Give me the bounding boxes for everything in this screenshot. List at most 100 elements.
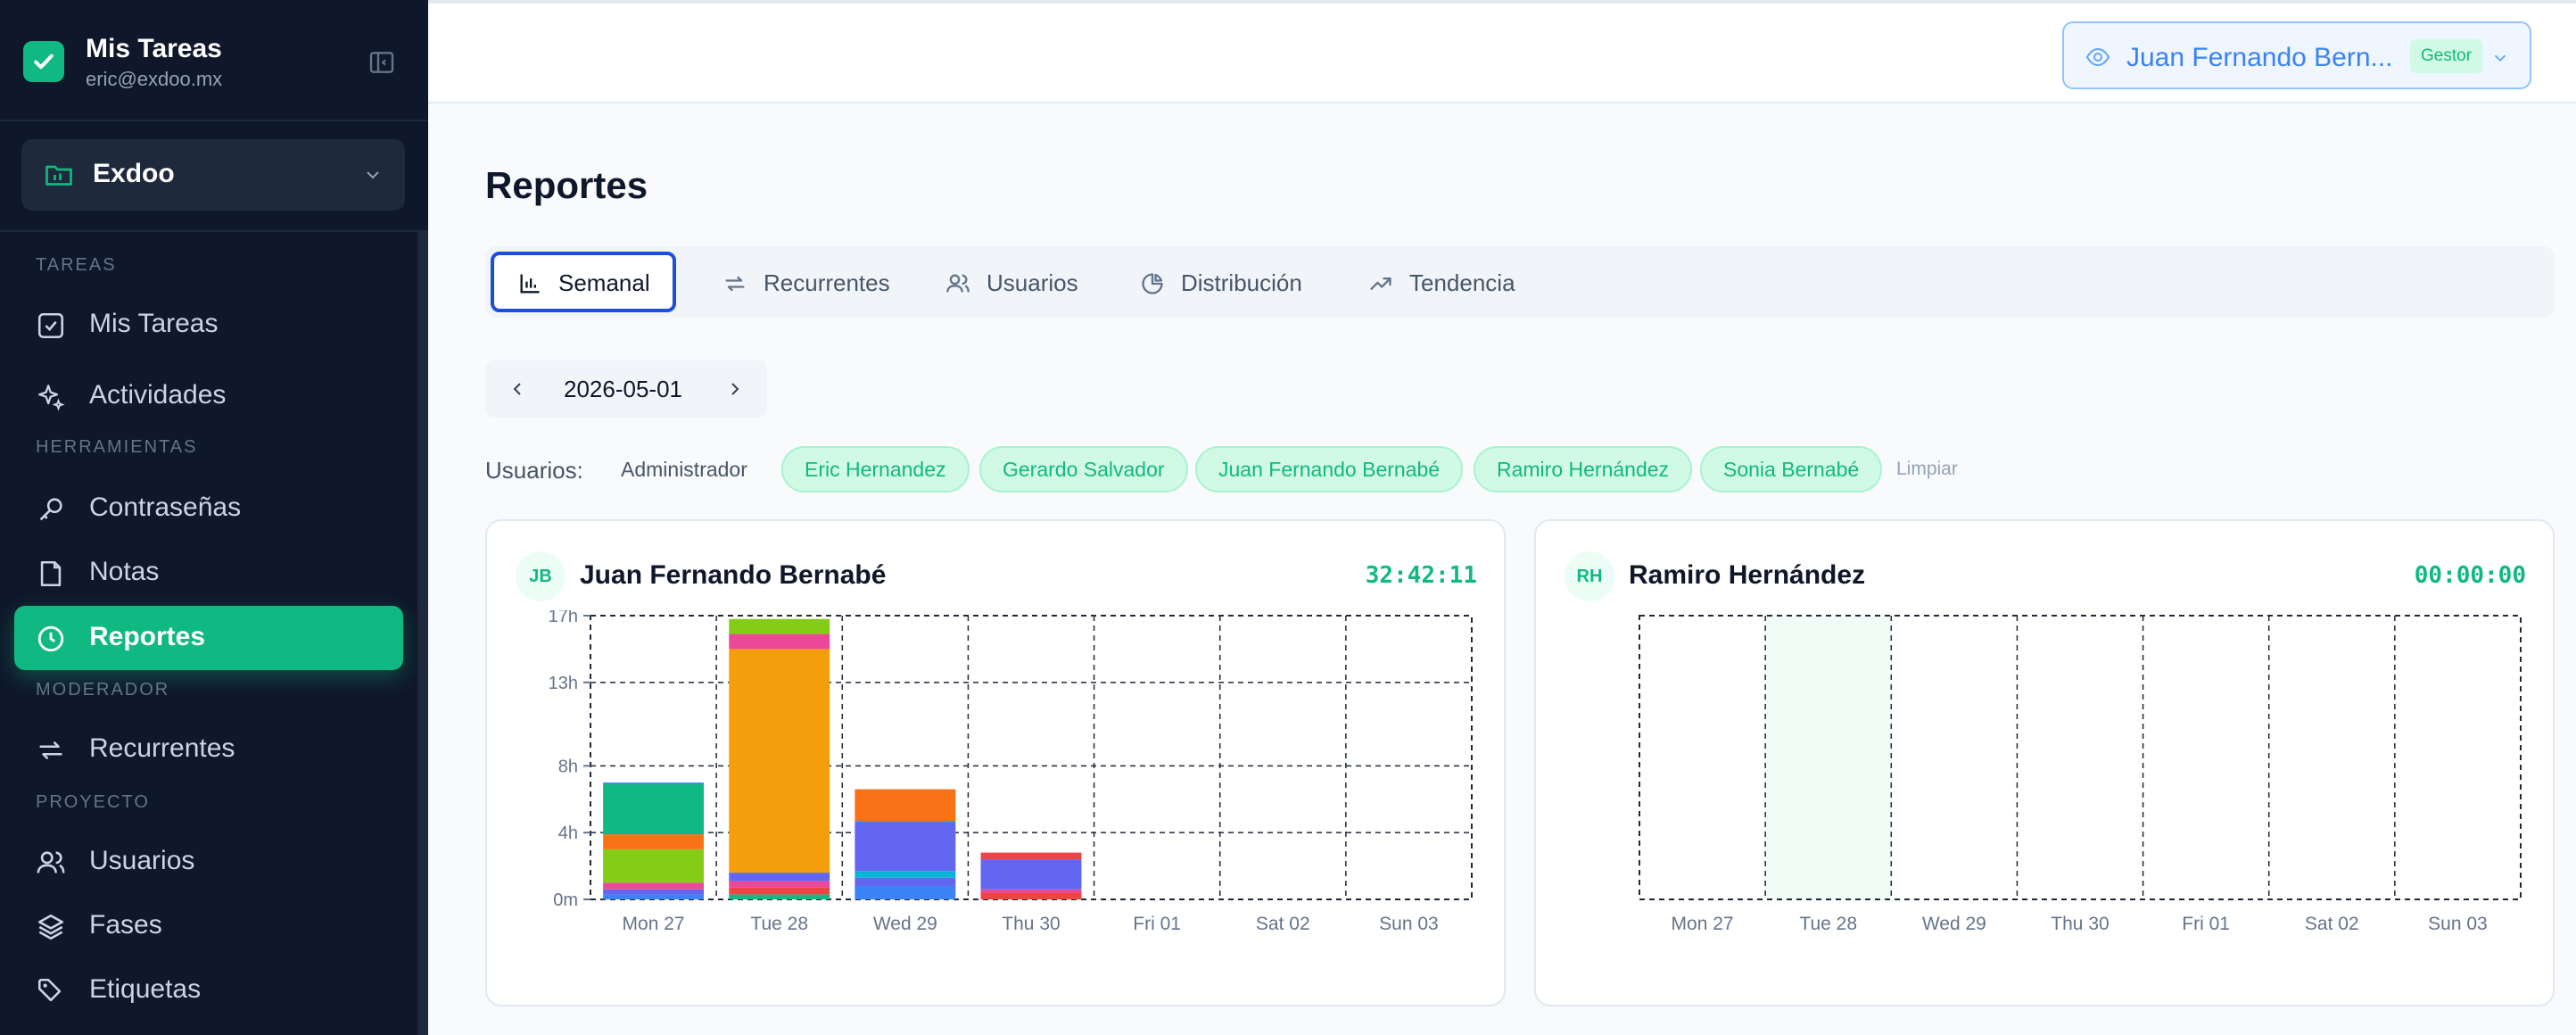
sidebar-item-etiquetas[interactable]: Etiquetas <box>14 958 403 1023</box>
bar-segment[interactable] <box>855 821 956 823</box>
x-tick-label: Mon 27 <box>1672 914 1734 934</box>
sidebar-item-label: Contraseñas <box>89 493 242 522</box>
bar-segment[interactable] <box>980 859 1082 890</box>
bar-segment[interactable] <box>603 849 705 883</box>
sidebar-item-reportes[interactable]: Reportes <box>14 606 403 670</box>
user-chip[interactable]: Gerardo Salvador <box>979 446 1188 493</box>
y-tick-label: 8h <box>558 757 578 776</box>
bar-segment[interactable] <box>855 871 956 878</box>
sidebar-collapse-icon[interactable] <box>367 48 396 77</box>
x-tick-label: Sun 03 <box>1379 914 1439 934</box>
chevron-left-icon[interactable] <box>507 378 528 400</box>
highlighted-day-column <box>1765 616 1892 899</box>
brand-title: Mis Tareas <box>86 34 222 63</box>
x-tick-label: Sun 03 <box>2428 914 2488 934</box>
bar-segment[interactable] <box>980 892 1082 899</box>
sidebar-item-label: Mis Tareas <box>89 309 219 338</box>
bar-segment[interactable] <box>603 889 705 895</box>
sidebar-item-actividades[interactable]: Actividades <box>14 364 403 428</box>
bar-segment[interactable] <box>855 886 956 899</box>
user-report-card: RH Ramiro Hernández 00:00:00 Mon 27 Tue 2… <box>1534 519 2555 1006</box>
bar-segment[interactable] <box>855 822 956 872</box>
bar-segment[interactable] <box>603 894 705 899</box>
chevron-right-icon[interactable] <box>724 378 746 400</box>
tab-distribucion[interactable]: Distribución <box>1113 252 1327 312</box>
sidebar-item-notas[interactable]: Notas <box>14 541 403 605</box>
bar-segment[interactable] <box>729 647 830 650</box>
avatar: RH <box>1565 551 1614 601</box>
bar-segment[interactable] <box>603 882 705 890</box>
y-tick-label: 13h <box>549 674 578 693</box>
y-tick-label: 17h <box>549 610 578 626</box>
page-title: Reportes <box>485 164 648 206</box>
bar-segment[interactable] <box>729 887 830 895</box>
bar-segment[interactable] <box>729 649 830 874</box>
sidebar-item-usuarios[interactable]: Usuarios <box>14 830 403 894</box>
bar-segment[interactable] <box>855 789 956 822</box>
weekly-stacked-bar-chart: Mon 27 Tue 28 Wed 29 Thu 30 Fri 01 Sat 02 Sun … <box>1639 615 2522 934</box>
bar-segment[interactable] <box>729 873 830 882</box>
workspace-selector[interactable]: Exdoo <box>21 139 405 211</box>
sidebar-brand: Mis Tareas eric@exdoo.mx <box>0 0 428 121</box>
bar-segment[interactable] <box>603 782 705 784</box>
brand-email: eric@exdoo.mx <box>86 68 223 90</box>
x-tick-label: Thu 30 <box>2051 914 2109 934</box>
topbar: Juan Fernando Bern... Gestor <box>428 0 2576 104</box>
project-icon <box>43 159 75 191</box>
bar-segment[interactable] <box>855 877 956 887</box>
x-tick-label: Fri 01 <box>2182 914 2230 934</box>
section-label-herramientas: HERRAMIENTAS <box>36 437 198 457</box>
y-tick-label: 0m <box>553 890 578 910</box>
x-tick-label: Tue 28 <box>1799 914 1857 934</box>
tab-usuarios[interactable]: Usuarios <box>919 252 1097 312</box>
section-label-tareas: TAREAS <box>36 255 117 275</box>
user-chip[interactable]: Juan Fernando Bernabé <box>1195 446 1464 493</box>
sidebar-item-mis-tareas[interactable]: Mis Tareas <box>14 293 403 357</box>
view-as-user-selector[interactable]: Juan Fernando Bern... Gestor <box>2062 21 2531 89</box>
bar-segment[interactable] <box>729 633 830 648</box>
checkbox-icon <box>36 310 66 341</box>
chevron-down-icon <box>2490 48 2510 68</box>
users-filter-label: Usuarios: <box>485 457 583 484</box>
sidebar-item-label: Recurrentes <box>89 733 235 763</box>
sidebar-item-fases[interactable]: Fases <box>14 894 403 958</box>
bar-segment[interactable] <box>729 894 830 899</box>
bar-chart-icon <box>517 271 542 296</box>
x-tick-label: Sat 02 <box>1256 914 1310 934</box>
bar-segment[interactable] <box>980 852 1082 860</box>
sidebar-item-label: Notas <box>89 557 160 586</box>
sidebar: Mis Tareas eric@exdoo.mx Exdoo TAREAS Mi… <box>0 0 428 1035</box>
sidebar-item-recurrentes[interactable]: Recurrentes <box>14 717 403 782</box>
tab-label: Distribución <box>1181 269 1302 296</box>
tab-recurrentes[interactable]: Recurrentes <box>696 252 910 312</box>
tab-semanal[interactable]: Semanal <box>491 252 676 312</box>
user-chip[interactable]: Eric Hernandez <box>781 446 970 493</box>
sidebar-item-label: Usuarios <box>89 846 195 875</box>
bar-segment[interactable] <box>603 834 705 849</box>
y-tick-label: 4h <box>558 824 578 843</box>
card-user-name: Juan Fernando Bernabé <box>580 560 887 590</box>
bar-segment[interactable] <box>603 783 705 835</box>
clear-filter-link[interactable]: Limpiar <box>1896 459 1958 480</box>
bar-segment[interactable] <box>729 881 830 888</box>
bar-segment[interactable] <box>729 618 830 634</box>
tab-tendencia[interactable]: Tendencia <box>1342 252 1556 312</box>
eye-icon <box>2085 46 2110 68</box>
sidebar-item-contrasenas[interactable]: Contraseñas <box>14 476 403 541</box>
view-as-user-name: Juan Fernando Bern... <box>2126 43 2393 72</box>
sidebar-divider <box>0 230 428 232</box>
avatar: JB <box>516 551 566 601</box>
sidebar-scrollbar[interactable] <box>417 232 428 1035</box>
trending-up-icon <box>1368 271 1393 296</box>
x-tick-label: Thu 30 <box>1002 914 1060 934</box>
user-chip[interactable]: Sonia Bernabé <box>1700 446 1883 493</box>
user-chip[interactable]: Ramiro Hernández <box>1474 446 1693 493</box>
bar-segment[interactable] <box>980 889 1082 893</box>
x-tick-label: Mon 27 <box>623 914 685 934</box>
sidebar-item-label: Reportes <box>89 622 206 651</box>
user-chip[interactable]: Administrador <box>598 446 771 493</box>
repeat-icon <box>36 735 66 766</box>
section-label-moderador: MODERADOR <box>36 680 170 700</box>
users-icon <box>945 271 970 296</box>
key-icon <box>36 494 66 525</box>
